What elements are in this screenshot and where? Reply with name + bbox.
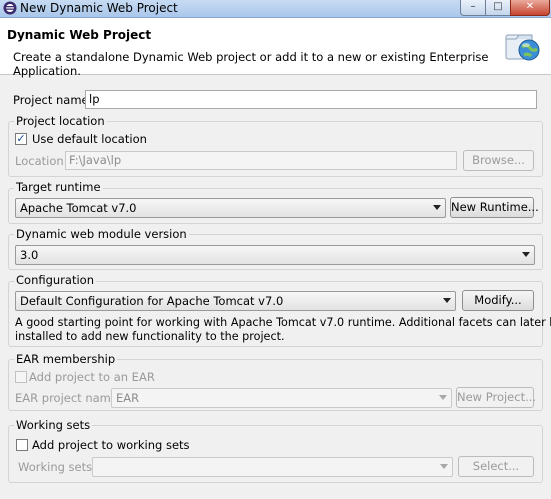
location-label: Location: bbox=[15, 154, 68, 168]
wizard-header: Dynamic Web Project Create a standalone … bbox=[0, 18, 551, 78]
page-title: Dynamic Web Project bbox=[7, 28, 152, 42]
ear-membership-heading: EAR membership bbox=[14, 352, 118, 366]
configuration-description-line-1: A good starting point for working with A… bbox=[15, 316, 551, 329]
new-runtime-button[interactable]: New Runtime... bbox=[450, 197, 539, 218]
add-to-ear-checkbox[interactable] bbox=[15, 371, 27, 383]
configuration-heading: Configuration bbox=[14, 273, 96, 287]
checkmark-icon: ✓ bbox=[16, 132, 26, 145]
configuration-description-line-2: installed to add new functionality to th… bbox=[15, 330, 285, 343]
maximize-button[interactable]: □ bbox=[485, 0, 511, 16]
close-button[interactable]: ✕ bbox=[510, 0, 550, 16]
chevron-down-icon bbox=[433, 205, 441, 210]
ear-project-name-label: EAR project name: bbox=[15, 391, 122, 405]
minimize-icon: – bbox=[470, 1, 476, 12]
project-name-label: Project name: bbox=[13, 93, 93, 107]
configuration-value: Default Configuration for Apache Tomcat … bbox=[20, 294, 284, 308]
chevron-down-icon bbox=[443, 298, 451, 303]
web-project-globe-icon bbox=[502, 25, 542, 65]
ear-project-name-select[interactable]: EAR bbox=[111, 388, 452, 408]
module-version-value: 3.0 bbox=[20, 248, 39, 262]
ear-project-name-value: EAR bbox=[116, 391, 140, 405]
title-bar[interactable]: New Dynamic Web Project – □ ✕ bbox=[0, 0, 551, 18]
maximize-icon: □ bbox=[493, 1, 503, 12]
add-to-ear-label: Add project to an EAR bbox=[29, 370, 155, 384]
page-description: Create a standalone Dynamic Web project … bbox=[13, 50, 489, 78]
chevron-down-icon bbox=[439, 395, 447, 400]
configuration-select[interactable]: Default Configuration for Apache Tomcat … bbox=[15, 291, 456, 311]
use-default-location-checkbox[interactable]: ✓ bbox=[15, 133, 27, 145]
minimize-button[interactable]: – bbox=[460, 0, 486, 16]
browse-button[interactable]: Browse... bbox=[463, 150, 534, 171]
new-project-button[interactable]: New Project... bbox=[456, 387, 536, 408]
location-input[interactable]: F:\Java\lp bbox=[65, 151, 457, 170]
working-sets-select[interactable] bbox=[92, 457, 453, 477]
working-sets-label: Working sets: bbox=[18, 460, 97, 474]
eclipse-icon bbox=[3, 1, 17, 15]
target-runtime-value: Apache Tomcat v7.0 bbox=[20, 201, 137, 215]
module-version-select[interactable]: 3.0 bbox=[15, 245, 535, 265]
target-runtime-select[interactable]: Apache Tomcat v7.0 bbox=[15, 198, 446, 218]
window-title: New Dynamic Web Project bbox=[20, 1, 178, 15]
project-name-input[interactable]: lp bbox=[85, 90, 537, 109]
project-location-heading: Project location bbox=[14, 114, 107, 128]
chevron-down-icon bbox=[440, 464, 448, 469]
add-to-working-sets-label: Add project to working sets bbox=[32, 438, 190, 452]
close-icon: ✕ bbox=[525, 1, 535, 12]
use-default-location-label: Use default location bbox=[32, 132, 147, 146]
add-to-working-sets-checkbox[interactable] bbox=[16, 439, 28, 451]
chevron-down-icon bbox=[522, 252, 530, 257]
module-version-heading: Dynamic web module version bbox=[14, 227, 189, 241]
select-working-sets-button[interactable]: Select... bbox=[458, 456, 534, 477]
modify-button[interactable]: Modify... bbox=[462, 290, 534, 311]
target-runtime-heading: Target runtime bbox=[14, 180, 103, 194]
working-sets-heading: Working sets bbox=[14, 418, 93, 432]
